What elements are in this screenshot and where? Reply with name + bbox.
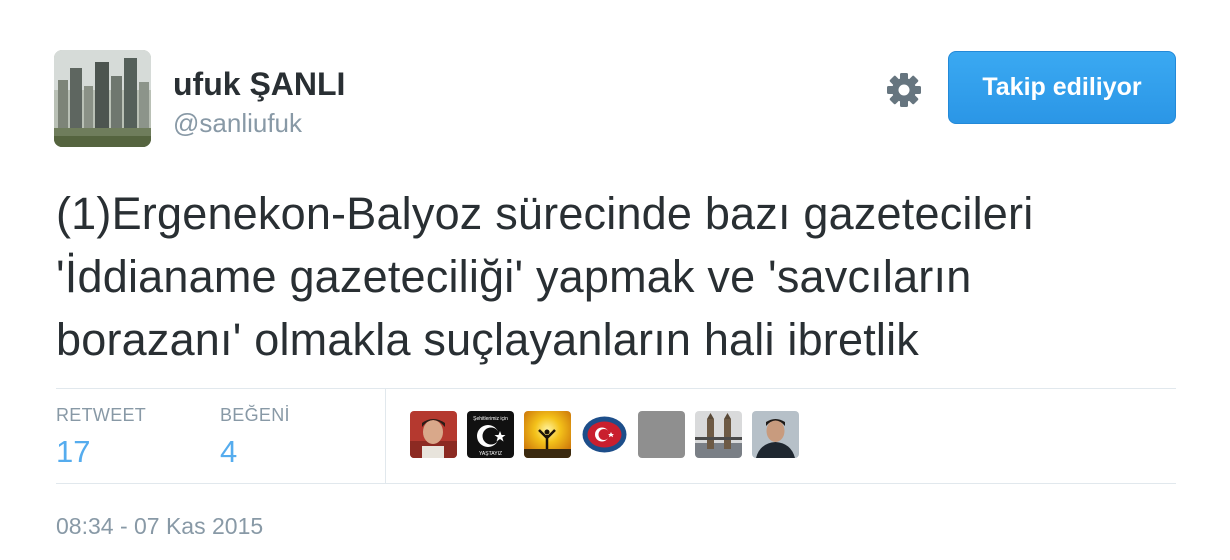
tweet-text: (1)Ergenekon-Balyoz sürecinde bazı gazet… bbox=[56, 188, 1034, 365]
liker-avatar-4[interactable] bbox=[581, 411, 628, 458]
author-display-name[interactable]: ufuk ŞANLI bbox=[173, 64, 345, 104]
liker-avatars: Şehitlerimiz için YAŞTAYIZ bbox=[410, 411, 799, 458]
author-handle[interactable]: @sanliufuk bbox=[173, 108, 302, 138]
liker-avatar-7[interactable] bbox=[752, 411, 799, 458]
like-stat[interactable]: BEĞENİ 4 bbox=[220, 404, 290, 472]
liker-avatar-2-text-bottom: YAŞTAYIZ bbox=[479, 451, 502, 457]
liker-avatar-3[interactable] bbox=[524, 411, 571, 458]
stats-bottom-divider bbox=[56, 483, 1176, 484]
like-count: 4 bbox=[220, 434, 238, 469]
stats-top-divider bbox=[56, 388, 1176, 389]
retweet-label: RETWEET bbox=[56, 405, 147, 425]
liker-avatar-5[interactable] bbox=[638, 411, 685, 458]
retweet-count: 17 bbox=[56, 434, 91, 469]
city-skyline-image bbox=[54, 50, 151, 147]
liker-avatar-6[interactable] bbox=[695, 411, 742, 458]
retweet-stat[interactable]: RETWEET 17 bbox=[56, 404, 146, 472]
tweet-card: ufuk ŞANLI @sanliufuk Takip ediliyor (1)… bbox=[0, 0, 1230, 560]
liker-avatar-1[interactable] bbox=[410, 411, 457, 458]
author-avatar[interactable] bbox=[54, 50, 151, 147]
liker-avatar-2-text-top: Şehitlerimiz için bbox=[473, 416, 508, 422]
gear-icon[interactable] bbox=[884, 70, 924, 110]
like-label: BEĞENİ bbox=[220, 405, 290, 425]
tweet-timestamp[interactable]: 08:34 - 07 Kas 2015 bbox=[56, 512, 263, 540]
stats-vertical-divider bbox=[385, 388, 386, 483]
liker-avatar-2[interactable]: Şehitlerimiz için YAŞTAYIZ bbox=[467, 411, 514, 458]
following-button[interactable]: Takip ediliyor bbox=[948, 51, 1176, 124]
